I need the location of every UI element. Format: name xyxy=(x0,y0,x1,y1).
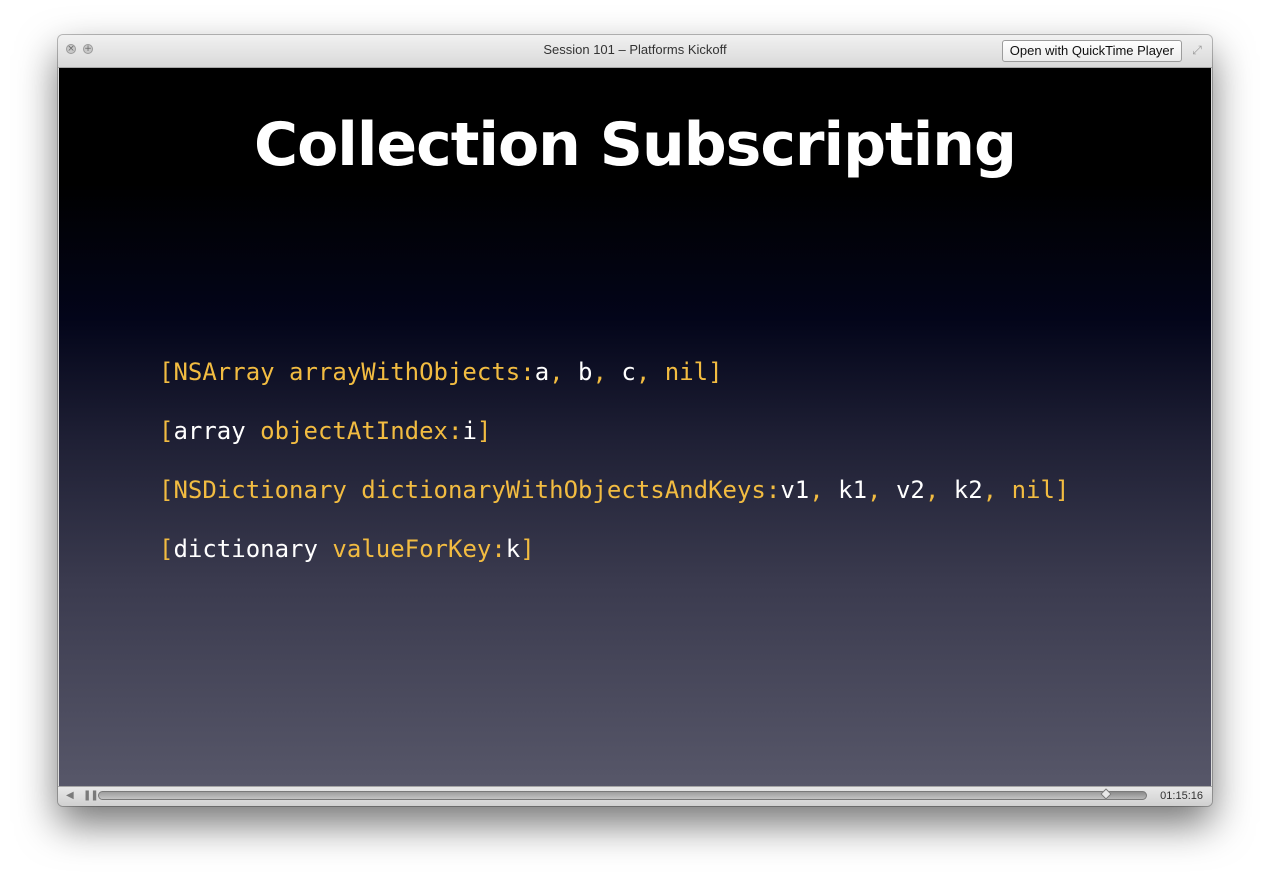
code-token: k xyxy=(505,535,521,563)
playback-controls: ◀ ❚❚ 01:15:16 xyxy=(58,786,1212,806)
code-token: [ xyxy=(159,535,174,563)
code-token: objectAtIndex: xyxy=(245,417,463,445)
open-with-quicktime-button[interactable]: Open with QuickTime Player xyxy=(1001,40,1182,62)
scrubber-track[interactable] xyxy=(98,788,1147,800)
video-frame: Collection Subscripting [NSArray arrayWi… xyxy=(59,68,1211,787)
code-token: array xyxy=(173,417,246,445)
code-token: dictionary xyxy=(173,535,318,563)
code-token: a xyxy=(534,358,550,386)
code-token: v2 xyxy=(895,476,925,504)
code-token: [NSArray arrayWithObjects: xyxy=(159,358,535,386)
code-token: [ xyxy=(159,417,174,445)
scrubber-fill xyxy=(99,792,1107,799)
code-token: valueForKey: xyxy=(317,535,506,563)
quicklook-window: × + Session 101 – Platforms Kickoff Open… xyxy=(58,35,1212,806)
code-token: ] xyxy=(476,417,492,445)
code-token: , xyxy=(549,358,579,386)
code-token: , nil] xyxy=(635,358,723,386)
code-line: [NSDictionary dictionaryWithObjectsAndKe… xyxy=(159,476,1069,504)
code-token: , nil] xyxy=(982,476,1070,504)
code-token: , xyxy=(867,476,896,504)
code-token: c xyxy=(621,358,636,386)
pause-icon[interactable]: ❚❚ xyxy=(83,790,99,801)
code-line: [dictionary valueForKey:k] xyxy=(159,535,535,563)
speaker-icon[interactable]: ◀ xyxy=(66,790,74,801)
fullscreen-icon[interactable]: ⤢ xyxy=(1190,43,1204,57)
code-token: b xyxy=(578,358,593,386)
code-token: [NSDictionary dictionaryWithObjectsAndKe… xyxy=(159,476,781,504)
code-token: , xyxy=(809,476,839,504)
code-token: i xyxy=(462,417,477,445)
code-token: k2 xyxy=(953,476,983,504)
code-token: k1 xyxy=(838,476,868,504)
time-readout: 01:15:16 xyxy=(1160,790,1203,802)
code-token: , xyxy=(924,476,954,504)
code-line: [array objectAtIndex:i] xyxy=(159,417,491,445)
code-token: , xyxy=(592,358,622,386)
title-bar: × + Session 101 – Platforms Kickoff Open… xyxy=(58,35,1212,68)
code-line: [NSArray arrayWithObjects:a, b, c, nil] xyxy=(159,358,723,386)
code-token: v1 xyxy=(780,476,810,504)
code-token: ] xyxy=(520,535,535,563)
slide-title: Collection Subscripting xyxy=(254,110,1017,180)
